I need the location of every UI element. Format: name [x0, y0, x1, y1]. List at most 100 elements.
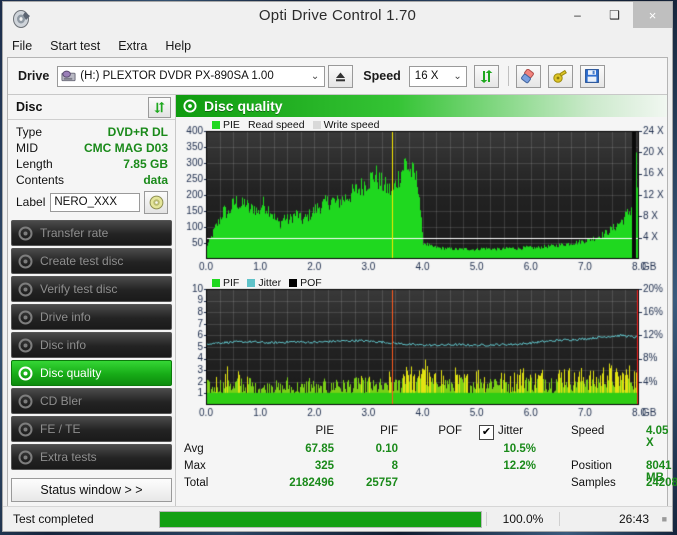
drive-label: Drive	[18, 69, 49, 83]
legend-entry-pof: POF	[289, 277, 322, 289]
sidebar-item-extra-tests[interactable]: Extra tests	[11, 444, 172, 470]
pie-chart-legend: PIE Read speed Write speed	[212, 118, 387, 131]
disc-mid-value: CMC MAG D03	[84, 141, 168, 155]
sidebar-item-disc-info[interactable]: Disc info	[11, 332, 172, 358]
drive-select-value: (H:) PLEXTOR DVDR PX-890SA 1.00	[80, 70, 273, 82]
left-panel-spacer	[8, 470, 175, 478]
menu-help[interactable]: Help	[165, 39, 191, 53]
legend-label: POF	[300, 277, 322, 289]
status-window-button[interactable]: Status window > >	[11, 478, 172, 502]
eject-button[interactable]	[328, 65, 353, 88]
refresh-icon	[479, 69, 494, 84]
content-area: Disc Type DVD+R DL MID	[8, 95, 667, 506]
refresh-button[interactable]	[474, 65, 499, 88]
stats-header-pie: PIE	[270, 425, 334, 437]
sidebar-item-label: Extra tests	[40, 450, 97, 464]
close-button[interactable]: ×	[633, 2, 672, 28]
legend-entry-pie: PIE	[212, 119, 240, 131]
legend-entry-read-speed: Read speed	[248, 119, 305, 131]
legend-entry-write-speed: Write speed	[313, 119, 380, 131]
disc-label-label: Label	[16, 195, 45, 209]
sidebar-item-verify-test-disc[interactable]: Verify test disc	[11, 276, 172, 302]
stats-header-pof: POF	[408, 425, 462, 437]
disc-info-row-length: Length 7.85 GB	[16, 156, 168, 172]
disc-label-button[interactable]	[144, 191, 168, 214]
pif-chart-block: PIF Jitter POF	[176, 275, 667, 421]
minimize-button[interactable]: –	[559, 2, 596, 28]
progress-percent: 100.0%	[486, 512, 559, 526]
speed-select-value: 16 X	[415, 70, 439, 82]
stats-avg-pie: 67.85	[270, 443, 334, 455]
title-bar: Opti Drive Control 1.70 – ❑ ×	[3, 2, 672, 35]
chevron-down-icon: ⌄	[453, 71, 461, 82]
disc-mid-label: MID	[16, 141, 38, 155]
disc-icon	[18, 338, 33, 353]
sidebar-item-label: Transfer rate	[40, 226, 108, 240]
sidebar-item-transfer-rate[interactable]: Transfer rate	[11, 220, 172, 246]
disc-icon	[18, 282, 33, 297]
stats-total-pie: 2182496	[256, 477, 334, 489]
stats-position-label: Position	[571, 460, 612, 472]
stats-max-pie: 325	[270, 460, 334, 472]
stats-total-pif: 25757	[338, 477, 398, 489]
drive-select[interactable]: (H:) PLEXTOR DVDR PX-890SA 1.00 ⌄	[57, 66, 325, 87]
sidebar-item-label: Disc info	[40, 338, 86, 352]
jitter-checkbox[interactable]: ✔	[479, 425, 494, 440]
save-button[interactable]	[580, 65, 605, 88]
legend-swatch-pie	[212, 121, 220, 129]
stats-speed-label: Speed	[571, 425, 604, 437]
legend-swatch-pif	[212, 279, 220, 287]
sidebar-item-cd-bler[interactable]: CD Bler	[11, 388, 172, 414]
disc-contents-value: data	[143, 173, 168, 187]
disc-info-row-mid: MID CMC MAG D03	[16, 140, 168, 156]
sidebar-item-disc-quality[interactable]: Disc quality	[11, 360, 172, 386]
erase-button[interactable]	[516, 65, 541, 88]
disc-icon	[18, 394, 33, 409]
eject-icon	[334, 70, 347, 83]
legend-label: Write speed	[324, 119, 380, 131]
disc-length-label: Length	[16, 157, 53, 171]
resize-grip-icon[interactable]: ■	[655, 514, 667, 524]
stats-samples-value: 242080	[646, 477, 677, 489]
disc-length-value: 7.85 GB	[123, 157, 168, 171]
disc-quality-icon	[183, 99, 197, 113]
maximize-button[interactable]: ❑	[596, 2, 633, 28]
disc-icon	[18, 450, 33, 465]
disc-type-label: Type	[16, 125, 42, 139]
close-icon: ×	[649, 9, 657, 22]
legend-swatch-jitter	[247, 279, 255, 287]
stats-header-pif: PIF	[344, 425, 398, 437]
stats-speed-value: 4.05 X	[646, 425, 668, 449]
speed-label: Speed	[363, 69, 401, 83]
toolbar-separator	[508, 66, 509, 86]
disc-label-input[interactable]: NERO_XXX	[50, 193, 140, 212]
progress-bar-fill	[160, 512, 481, 527]
sidebar-item-label: Verify test disc	[40, 282, 117, 296]
sidebar-item-label: Drive info	[40, 310, 91, 324]
menu-start-test[interactable]: Start test	[50, 39, 100, 53]
menu-extra[interactable]: Extra	[118, 39, 147, 53]
sidebar-item-fe-te[interactable]: FE / TE	[11, 416, 172, 442]
main-frame: Drive (H:) PLEXTOR DVDR PX-890SA 1.00 ⌄ …	[7, 57, 668, 506]
sidebar-item-drive-info[interactable]: Drive info	[11, 304, 172, 330]
minimize-icon: –	[574, 9, 581, 21]
speed-select[interactable]: 16 X ⌄	[409, 66, 467, 87]
legend-swatch-pof	[289, 279, 297, 287]
disc-info-row-contents: Contents data	[16, 172, 168, 188]
progress-bar	[159, 511, 482, 528]
legend-label: PIF	[223, 277, 239, 289]
disc-icon	[18, 422, 33, 437]
sidebar-item-create-test-disc[interactable]: Create test disc	[11, 248, 172, 274]
menu-bar: File Start test Extra Help	[3, 35, 672, 57]
disc-label-row: Label NERO_XXX	[16, 191, 168, 213]
menu-file[interactable]: File	[12, 39, 32, 53]
refresh-icon	[153, 101, 166, 114]
chevron-down-icon: ⌄	[311, 71, 319, 82]
refresh-disc-button[interactable]	[148, 97, 171, 118]
status-bar: Test completed 100.0% 26:43 ■	[3, 506, 672, 531]
stats-max-pif: 8	[344, 460, 398, 472]
stats-row-avg-label: Avg	[184, 443, 204, 455]
settings-button[interactable]	[548, 65, 573, 88]
drive-toolbar: Drive (H:) PLEXTOR DVDR PX-890SA 1.00 ⌄ …	[8, 58, 667, 95]
drive-icon	[61, 69, 76, 83]
